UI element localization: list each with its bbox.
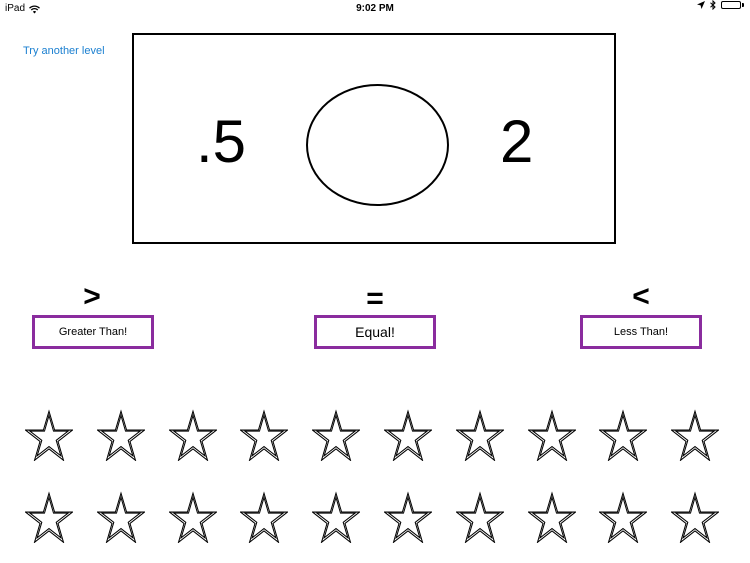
equal-symbol: = (366, 282, 384, 315)
star-outline-icon (240, 403, 289, 461)
star-outline-icon (96, 403, 145, 461)
greater-than-symbol: > (83, 280, 101, 313)
star-outline-icon (455, 403, 504, 461)
bluetooth-icon (710, 0, 716, 10)
star-outline-icon (527, 403, 576, 461)
greater-than-button[interactable]: Greater Than! (32, 315, 154, 349)
star-outline-icon (599, 403, 648, 461)
less-than-symbol: < (632, 280, 650, 313)
star-outline-icon (384, 485, 432, 543)
equal-button[interactable]: Equal! (314, 315, 436, 349)
less-than-button[interactable]: Less Than! (580, 315, 702, 349)
star-outline-icon (168, 485, 217, 543)
comparison-box: .5 2 (132, 33, 616, 244)
status-right (697, 0, 744, 10)
location-arrow-icon (697, 1, 705, 9)
star-progress (25, 403, 725, 553)
greater-than-label: Greater Than! (58, 326, 128, 338)
star-outline-icon (240, 485, 289, 543)
star-outline-icon (671, 403, 720, 461)
status-bar: iPad 9:02 PM (0, 0, 750, 18)
star-outline-icon (455, 485, 504, 543)
star-outline-icon (168, 403, 217, 461)
star-outline-icon (312, 485, 361, 543)
status-time: 9:02 PM (356, 3, 394, 14)
star-outline-icon (384, 403, 432, 461)
answer-circle[interactable] (306, 84, 449, 206)
star-outline-icon (312, 403, 361, 461)
star-outline-icon (599, 485, 648, 543)
try-another-level-link[interactable]: Try another level (23, 45, 105, 57)
less-than-label: Less Than! (613, 326, 669, 338)
star-outline-icon (671, 485, 720, 543)
star-outline-icon (527, 485, 576, 543)
equal-label: Equal! (355, 324, 395, 340)
star-outline-icon (96, 485, 145, 543)
star-outline-icon (25, 403, 73, 461)
star-outline-icon (25, 485, 73, 543)
right-number: 2 (500, 108, 534, 175)
battery-icon (721, 1, 744, 9)
left-number: .5 (196, 108, 247, 175)
